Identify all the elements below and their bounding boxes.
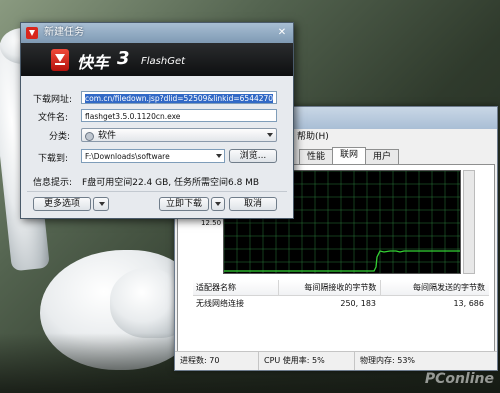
cancel-button[interactable]: 取消 bbox=[229, 197, 277, 211]
new-task-dialog: 新建任务 ✕ 快车 3 FlashGet 下载网址: com.cn/filedo… bbox=[20, 22, 294, 219]
saveto-field[interactable]: F:\Downloads\software bbox=[81, 149, 225, 163]
watermark: PConline bbox=[424, 371, 494, 387]
dialog-titlebar[interactable]: 新建任务 ✕ bbox=[21, 23, 293, 43]
col-bytes-sent[interactable]: 每间隔发送的字节数 bbox=[380, 280, 489, 295]
col-bytes-received[interactable]: 每间隔接收的字节数 bbox=[277, 280, 381, 295]
category-select[interactable]: 软件 bbox=[81, 128, 277, 142]
category-label: 分类: bbox=[49, 132, 71, 142]
more-options-dropdown-button[interactable] bbox=[93, 197, 109, 211]
graph-scrollbar[interactable] bbox=[463, 170, 475, 274]
flashget-logo-icon bbox=[51, 49, 69, 71]
adapter-table: 适配器名称 每间隔接收的字节数 每间隔发送的字节数 无线网络连接 250, 18… bbox=[193, 280, 489, 312]
info-label: 信息提示: bbox=[33, 178, 73, 188]
tab-users[interactable]: 用户 bbox=[365, 149, 400, 164]
url-label: 下载网址: bbox=[33, 95, 73, 105]
saveto-label: 下载到: bbox=[38, 154, 69, 164]
chevron-down-icon bbox=[267, 133, 273, 137]
saveto-value: F:\Downloads\software bbox=[85, 152, 170, 161]
info-value: F盘可用空间22.4 GB, 任务所需空间6.8 MB bbox=[82, 178, 260, 188]
network-usage-line bbox=[224, 250, 460, 272]
info-row: 信息提示: F盘可用空间22.4 GB, 任务所需空间6.8 MB bbox=[33, 175, 259, 188]
menu-help[interactable]: 帮助(H) bbox=[297, 130, 329, 144]
status-processes: 进程数: 70 bbox=[180, 356, 220, 365]
browse-button[interactable]: 浏览... bbox=[229, 149, 277, 163]
url-value: com.cn/filedown.jsp?dlid=52509&linkid=65… bbox=[85, 94, 274, 103]
brand-name-cn: 快车 bbox=[77, 53, 110, 72]
tab-networking[interactable]: 联网 bbox=[332, 147, 367, 164]
close-icon[interactable]: ✕ bbox=[275, 26, 289, 39]
download-now-dropdown-button[interactable] bbox=[211, 197, 225, 211]
status-memory: 物理内存: 53% bbox=[354, 352, 460, 370]
url-field[interactable]: com.cn/filedown.jsp?dlid=52509&linkid=65… bbox=[81, 91, 277, 104]
category-value: 软件 bbox=[98, 131, 117, 141]
filename-label: 文件名: bbox=[38, 113, 69, 123]
adapter-table-header: 适配器名称 每间隔接收的字节数 每间隔发送的字节数 bbox=[193, 280, 489, 296]
chevron-down-icon bbox=[99, 202, 105, 206]
table-row[interactable]: 无线网络连接 250, 183 13, 686 bbox=[193, 296, 489, 312]
filename-field[interactable]: flashget3.5.0.1120cn.exe bbox=[81, 109, 277, 122]
col-adapter-name[interactable]: 适配器名称 bbox=[193, 280, 278, 295]
flashget-banner: 快车 3 FlashGet bbox=[21, 43, 293, 76]
dialog-title: 新建任务 bbox=[44, 27, 84, 38]
flashget-app-icon bbox=[26, 27, 38, 39]
adapter-name-cell: 无线网络连接 bbox=[196, 299, 244, 308]
category-icon bbox=[85, 132, 94, 141]
chevron-down-icon bbox=[215, 202, 221, 206]
brand-name-en: FlashGet bbox=[141, 56, 186, 67]
bytes-sent-cell: 13, 686 bbox=[453, 299, 484, 308]
chevron-down-icon[interactable] bbox=[216, 154, 222, 158]
download-now-button[interactable]: 立即下载 bbox=[159, 197, 209, 211]
brand-version: 3 bbox=[117, 48, 130, 69]
more-options-button[interactable]: 更多选项 bbox=[33, 197, 91, 211]
divider bbox=[27, 191, 287, 192]
task-manager-statusbar: 进程数: 70 CPU 使用率: 5% 物理内存: 53% bbox=[175, 351, 497, 370]
status-cpu: CPU 使用率: 5% bbox=[258, 352, 354, 370]
bytes-received-cell: 250, 183 bbox=[340, 299, 376, 308]
tab-performance[interactable]: 性能 bbox=[299, 149, 334, 164]
